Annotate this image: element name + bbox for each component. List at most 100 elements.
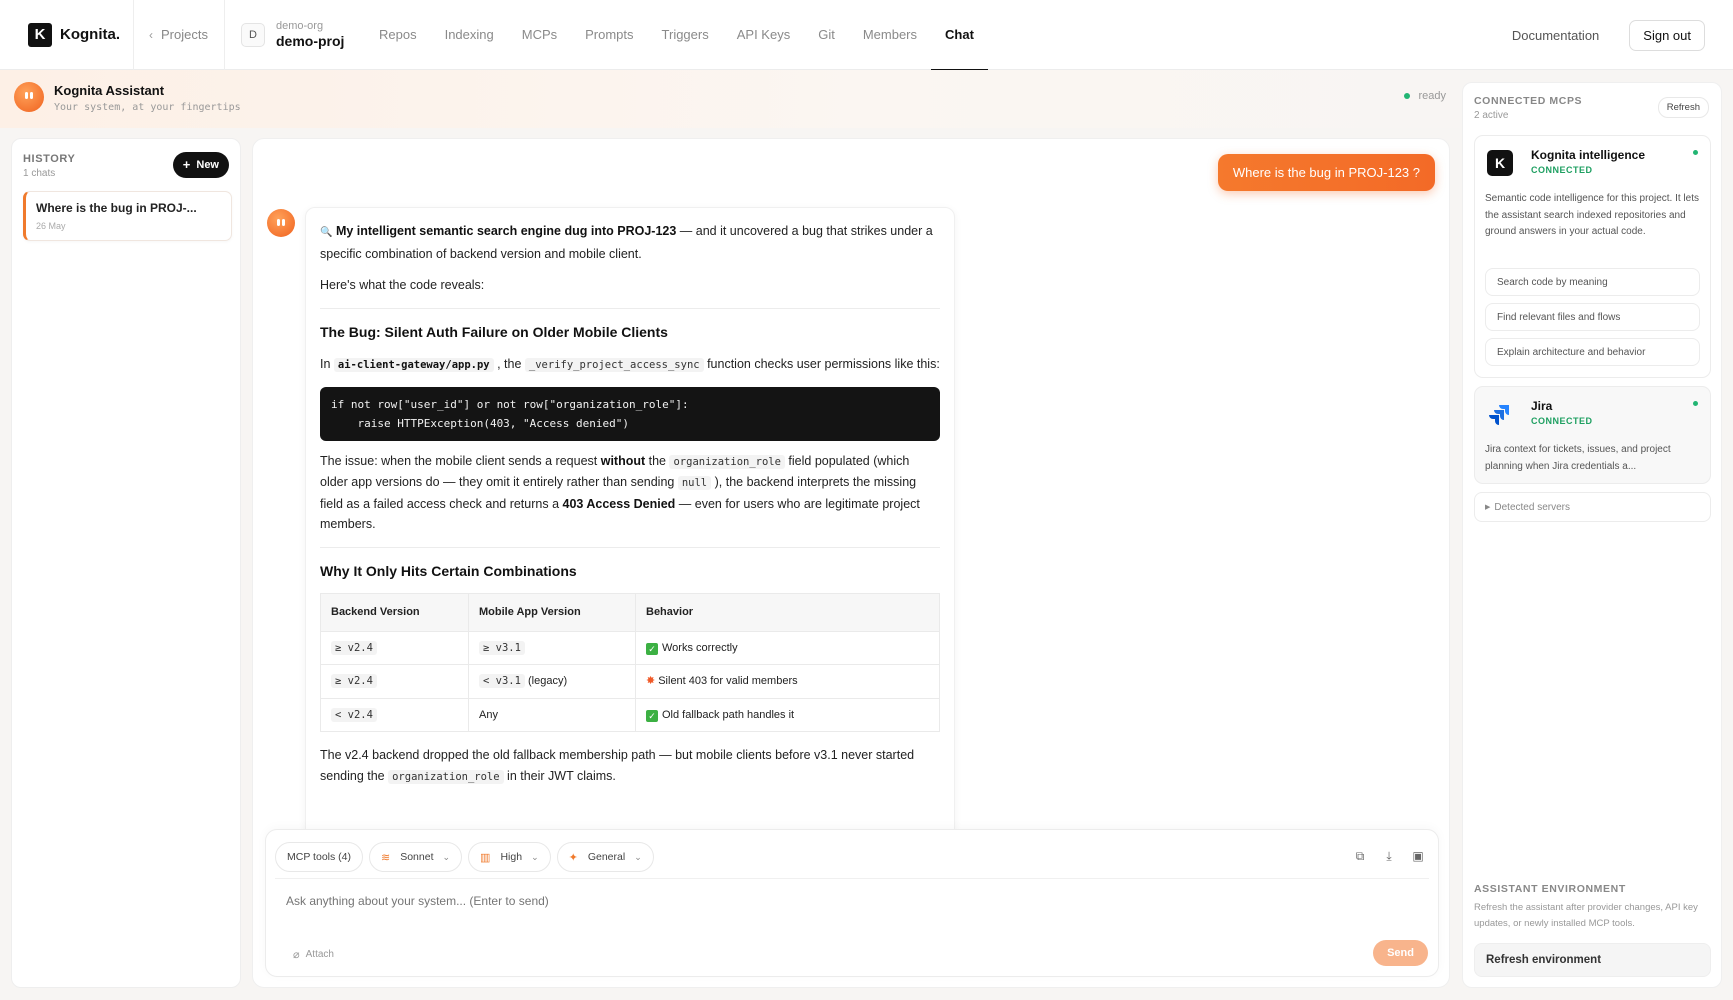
user-message: Where is the bug in PROJ-123 ? (1217, 154, 1435, 191)
history-item[interactable]: Where is the bug in PROJ-... 26 May (23, 191, 232, 241)
project-switcher[interactable]: D demo-org demo-proj (225, 0, 365, 70)
mcp-description: Semantic code intelligence for this proj… (1485, 193, 1699, 237)
capability-item[interactable]: Search code by meaning (1485, 268, 1700, 296)
history-count: 1 chats (23, 168, 56, 179)
download-icon[interactable]: ⤓ (1381, 848, 1397, 864)
detected-servers-toggle[interactable]: ▶ Detected servers (1474, 492, 1711, 522)
model-icon: ≋ (381, 851, 391, 864)
status-dot-icon (1693, 401, 1698, 406)
tab-api-keys[interactable]: API Keys (723, 0, 804, 70)
table-row: ≥ v2.4 ≥ v3.1 ✓ Works correctly (320, 630, 940, 665)
divider (320, 546, 940, 548)
intro-paragraph: 🔍 My intelligent semantic search engine … (320, 224, 933, 261)
mcp-name: Kognita intelligence (1531, 148, 1646, 162)
magnifier-icon: 🔍 (320, 227, 333, 238)
history-item-date: 26 May (36, 221, 66, 231)
paperclip-icon: ⌀ (293, 949, 300, 961)
jira-logo-icon (1489, 403, 1511, 425)
send-button[interactable]: Send (1373, 940, 1428, 966)
tab-repos[interactable]: Repos (365, 0, 431, 70)
effort-select[interactable]: ▥ High ⌄ (468, 842, 551, 872)
message-input[interactable] (286, 894, 1186, 908)
assistant-avatar-icon (14, 82, 44, 112)
mcp-name: Jira (1531, 399, 1553, 413)
check-icon: ✓ (646, 642, 658, 655)
mcp-status: CONNECTED (1531, 165, 1593, 175)
refresh-mcps-button[interactable]: Refresh (1657, 97, 1709, 118)
capability-item[interactable]: Find relevant files and flows (1485, 303, 1700, 331)
assistant-header: Kognita Assistant Your system, at your f… (0, 70, 1460, 128)
status-dot-icon (1404, 93, 1411, 99)
table-header: Mobile App Version (468, 593, 636, 632)
mcps-count: 2 active (1474, 110, 1509, 121)
new-chat-button[interactable]: + New (172, 152, 229, 178)
project-name: demo-proj (276, 32, 345, 49)
mcp-card-kognita[interactable]: K Kognita intelligence CONNECTED Semanti… (1474, 135, 1711, 378)
org-avatar: D (241, 22, 265, 47)
top-nav-bar: K Kognita. ‹ Projects D demo-org demo-pr… (0, 0, 1733, 71)
bar-chart-icon: ▥ (480, 851, 491, 864)
kognita-logo-icon: K (28, 22, 52, 47)
org-name: demo-org (276, 20, 324, 33)
check-icon: ✓ (646, 709, 658, 722)
status-dot-icon (1693, 150, 1698, 155)
kognita-logo-icon: K (1487, 150, 1513, 176)
attach-button[interactable]: ⌀ Attach (293, 948, 334, 961)
projects-label: Projects (161, 27, 208, 42)
file-path-code: ai-client-gateway/app.py (333, 358, 494, 372)
code-block: if not row["user_id"] or not row["organi… (320, 386, 940, 441)
message-composer: MCP tools (4) ≋ Sonnet ⌄ ▥ High ⌄ ✦ Gene… (265, 829, 1439, 977)
chevron-down-icon: ⌄ (634, 851, 642, 862)
table-row: ≥ v2.4 < v3.1 (legacy) ✸ Silent 403 for v… (320, 664, 940, 699)
table-header: Behavior (635, 593, 940, 632)
tab-git[interactable]: Git (804, 0, 849, 70)
copy-icon[interactable]: ⧉ (1352, 848, 1368, 864)
bot-avatar-icon (267, 209, 295, 237)
mcp-status: CONNECTED (1531, 416, 1593, 426)
mcp-sidebar: CONNECTED MCPS 2 active Refresh K Kognit… (1462, 82, 1722, 988)
history-item-title: Where is the bug in PROJ-... (36, 201, 197, 215)
capability-item[interactable]: Explain architecture and behavior (1485, 338, 1700, 366)
history-title: HISTORY (23, 153, 76, 165)
function-name-code: _verify_project_access_sync (524, 358, 704, 372)
table-header: Backend Version (320, 593, 469, 632)
sign-out-button[interactable]: Sign out (1629, 19, 1705, 51)
tab-indexing[interactable]: Indexing (431, 0, 508, 70)
status-indicator: ready (1404, 90, 1446, 102)
tab-chat[interactable]: Chat (931, 0, 988, 71)
chevron-down-icon: ⌄ (442, 851, 451, 862)
explosion-icon: ✸ (646, 675, 656, 687)
mcp-card-jira[interactable]: Jira CONNECTED Jira context for tickets,… (1474, 386, 1711, 484)
documentation-link[interactable]: Documentation (1512, 28, 1599, 43)
chat-area: Where is the bug in PROJ-123 ? 🔍 My inte… (252, 138, 1450, 988)
tab-prompts[interactable]: Prompts (571, 0, 647, 70)
tab-mcps[interactable]: MCPs (508, 0, 571, 70)
brand-logo[interactable]: K Kognita. (0, 0, 134, 70)
tab-members[interactable]: Members (849, 0, 931, 70)
chevron-left-icon: ‹ (149, 27, 153, 42)
assistant-title: Kognita Assistant (54, 83, 165, 98)
mode-select[interactable]: ✦ General ⌄ (556, 842, 654, 872)
status-text: ready (1418, 90, 1446, 102)
table-row: < v2.4 Any ✓ Old fallback path handles it (320, 697, 940, 732)
plus-icon: + (182, 157, 191, 172)
sparkle-icon: ✦ (568, 851, 578, 864)
caret-right-icon: ▶ (1485, 504, 1491, 511)
refresh-environment-button[interactable]: Refresh environment (1474, 943, 1711, 977)
image-icon[interactable]: ▣ (1410, 848, 1426, 864)
reveals-text: Here's what the code reveals: (320, 278, 485, 292)
mcp-tools-button[interactable]: MCP tools (4) (275, 842, 363, 872)
brand-name: Kognita. (60, 26, 120, 43)
tab-triggers[interactable]: Triggers (648, 0, 723, 70)
environment-title: ASSISTANT ENVIRONMENT (1474, 883, 1626, 895)
divider (320, 307, 940, 309)
back-to-projects-link[interactable]: ‹ Projects (134, 0, 225, 70)
environment-description: Refresh the assistant after provider cha… (1474, 902, 1698, 929)
main-nav: Repos Indexing MCPs Prompts Triggers API… (365, 0, 988, 71)
combinations-heading: Why It Only Hits Certain Combinations (320, 562, 577, 579)
model-select[interactable]: ≋ Sonnet ⌄ (369, 842, 463, 872)
assistant-message: 🔍 My intelligent semantic search engine … (305, 207, 955, 847)
assistant-subtitle: Your system, at your fingertips (54, 102, 241, 113)
mcps-title: CONNECTED MCPS (1474, 95, 1583, 107)
new-chat-label: New (196, 159, 219, 171)
